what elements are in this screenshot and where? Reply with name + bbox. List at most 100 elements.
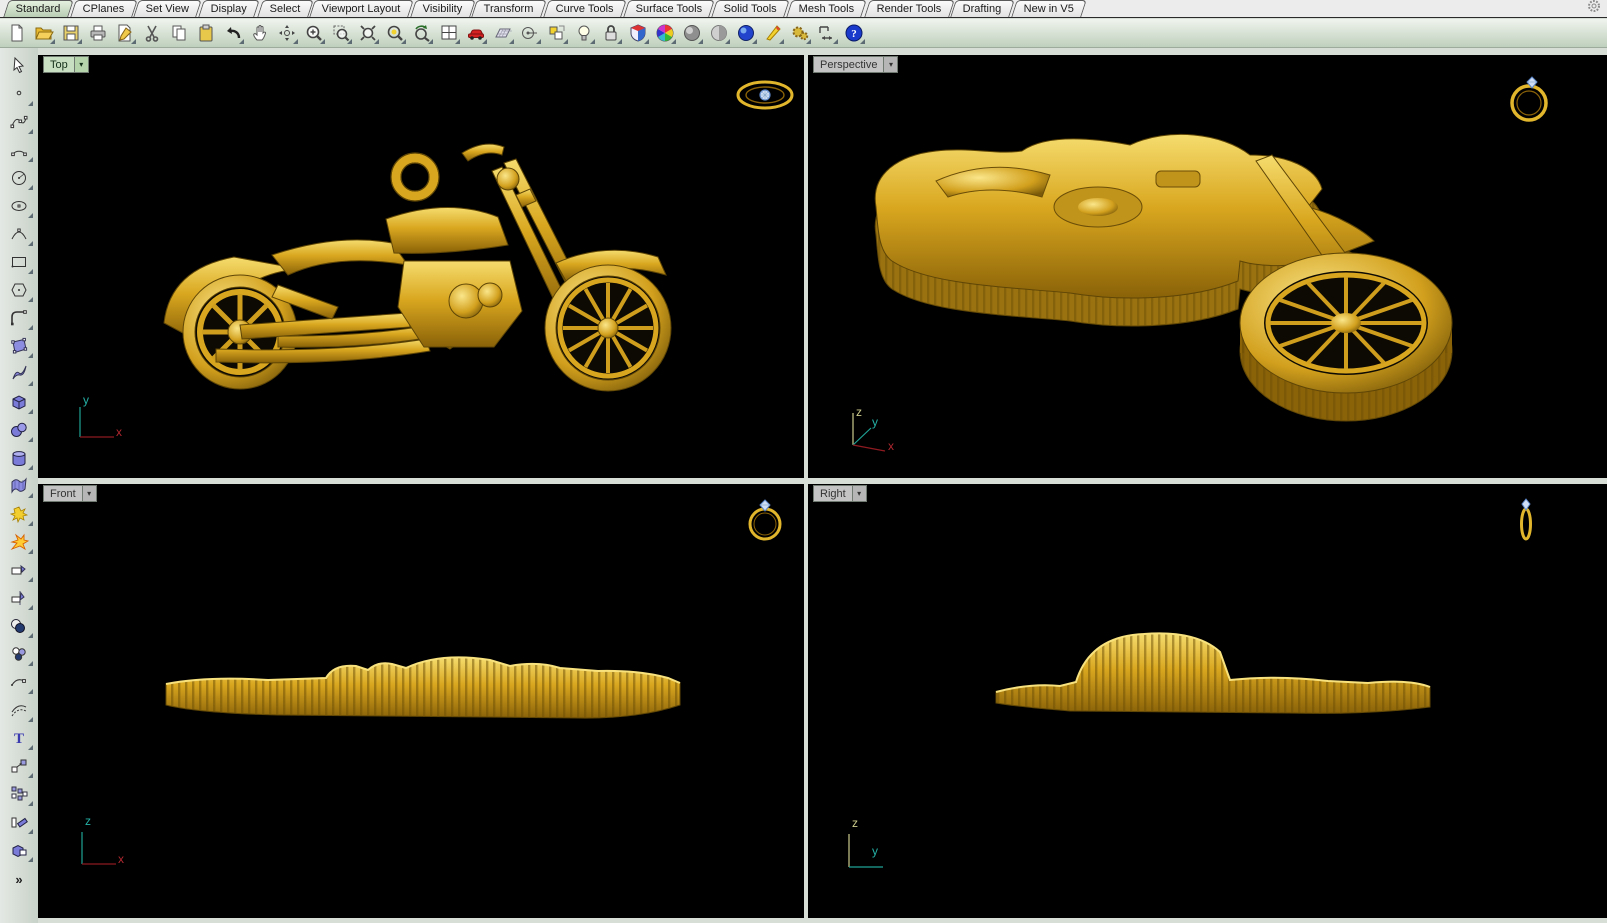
trim-tool[interactable] [4,556,34,583]
tab-mesh-tools[interactable]: Mesh Tools [787,0,868,17]
viewport-title[interactable]: Perspective [813,56,884,73]
viewport-title[interactable]: Top [43,56,75,73]
tab-select[interactable]: Select [257,0,313,17]
viewport-title[interactable]: Front [43,485,83,502]
zoom-window-button[interactable] [329,21,353,45]
viewport-front-canvas[interactable] [38,484,804,918]
rectangle-tool[interactable] [4,248,34,275]
layer-manager-button[interactable] [545,21,569,45]
copy-button[interactable] [167,21,191,45]
tab-surface-tools[interactable]: Surface Tools [623,0,715,17]
conic-tool[interactable] [4,220,34,247]
motorcycle-model-right-view[interactable] [996,633,1430,713]
tab-viewport-layout[interactable]: Viewport Layout [309,0,413,17]
curve-fillet-tool[interactable] [4,304,34,331]
explode-tool[interactable] [4,528,34,555]
dimension-tools-button[interactable] [815,21,839,45]
viewport-menu-arrow-icon[interactable]: ▾ [884,56,898,73]
save-file-button[interactable] [59,21,83,45]
help-button[interactable]: ? [842,21,866,45]
open-file-button[interactable] [32,21,56,45]
zoom-selected-button[interactable] [383,21,407,45]
ellipse-tool[interactable] [4,192,34,219]
pan-view-button[interactable] [248,21,272,45]
paint-tool-button[interactable] [761,21,785,45]
split-tool[interactable] [4,584,34,611]
boolean-union-tool[interactable] [4,836,34,863]
control-point-curve-tool[interactable] [4,108,34,135]
viewport-top-canvas[interactable] [38,55,804,478]
tab-set-view[interactable]: Set View [133,0,202,17]
polygon-tool[interactable] [4,276,34,303]
arc-tool[interactable] [4,136,34,163]
viewport-perspective-canvas[interactable] [808,55,1607,478]
motorcycle-model-perspective[interactable] [875,134,1452,421]
zoom-dynamic-button[interactable] [302,21,326,45]
viewport-title[interactable]: Right [813,485,853,502]
join-tool[interactable] [4,612,34,639]
tab-new-in-v5[interactable]: New in V5 [1011,0,1087,17]
ring-object-perspective[interactable] [1512,77,1546,120]
viewport-perspective-label[interactable]: Perspective ▾ [813,56,898,73]
tab-display[interactable]: Display [199,0,261,17]
tab-solid-tools[interactable]: Solid Tools [712,0,791,17]
circle-tool[interactable] [4,164,34,191]
rendered-viewport-button[interactable] [734,21,758,45]
named-views-button[interactable] [464,21,488,45]
rotate-tool[interactable] [4,808,34,835]
viewport-layout-button[interactable] [437,21,461,45]
tab-options-gear-icon[interactable] [1587,0,1601,18]
box-tool[interactable] [4,388,34,415]
extend-curve-tool[interactable] [4,668,34,695]
text-tool[interactable]: T [4,724,34,751]
viewport-menu-arrow-icon[interactable]: ▾ [75,56,89,73]
array-tool[interactable] [4,780,34,807]
undo-button[interactable] [221,21,245,45]
ghosted-viewport-button[interactable] [707,21,731,45]
viewport-perspective[interactable]: Perspective ▾ z y x [808,55,1607,478]
options-button[interactable] [788,21,812,45]
viewport-right-label[interactable]: Right ▾ [813,485,867,502]
cplane-origin-button[interactable] [518,21,542,45]
zoom-previous-button[interactable] [410,21,434,45]
tab-drafting[interactable]: Drafting [951,0,1015,17]
sphere-tool[interactable] [4,416,34,443]
hide-objects-button[interactable] [572,21,596,45]
new-file-button[interactable] [5,21,29,45]
paste-button[interactable] [194,21,218,45]
tab-transform[interactable]: Transform [472,0,547,17]
cut-button[interactable] [140,21,164,45]
more-tools-button[interactable]: » [4,866,34,893]
cylinder-tool[interactable] [4,444,34,471]
display-mode-button[interactable] [626,21,650,45]
point-tool[interactable] [4,80,34,107]
export-selected-button[interactable] [113,21,137,45]
motorcycle-model-front-view[interactable] [166,657,680,718]
ring-object-front-view[interactable] [750,500,780,539]
group-tool[interactable] [4,640,34,667]
zoom-extents-button[interactable] [356,21,380,45]
surface-from-curves-tool[interactable] [4,360,34,387]
rotate-view-button[interactable] [275,21,299,45]
viewport-right-canvas[interactable] [808,484,1607,918]
viewport-front-label[interactable]: Front ▾ [43,485,97,502]
select-tool[interactable] [4,52,34,79]
tab-render-tools[interactable]: Render Tools [864,0,954,17]
surface-from-points-tool[interactable] [4,332,34,359]
explode-blocks-tool[interactable] [4,500,34,527]
show-cplane-button[interactable] [491,21,515,45]
offset-curve-tool[interactable] [4,696,34,723]
viewport-front[interactable]: Front ▾ z x [38,484,804,918]
tab-visibility[interactable]: Visibility [410,0,475,17]
viewport-top-label[interactable]: Top ▾ [43,56,89,73]
tab-curve-tools[interactable]: Curve Tools [543,0,626,17]
viewport-top[interactable]: Top ▾ y x [38,55,804,478]
motorcycle-model-top-view[interactable] [164,144,671,391]
ring-object-top-view[interactable] [738,82,792,108]
move-tool[interactable] [4,752,34,779]
render-color-wheel-button[interactable] [653,21,677,45]
lock-objects-button[interactable] [599,21,623,45]
ring-object-right-view[interactable] [1522,499,1531,539]
drape-surface-tool[interactable] [4,472,34,499]
shaded-viewport-button[interactable] [680,21,704,45]
